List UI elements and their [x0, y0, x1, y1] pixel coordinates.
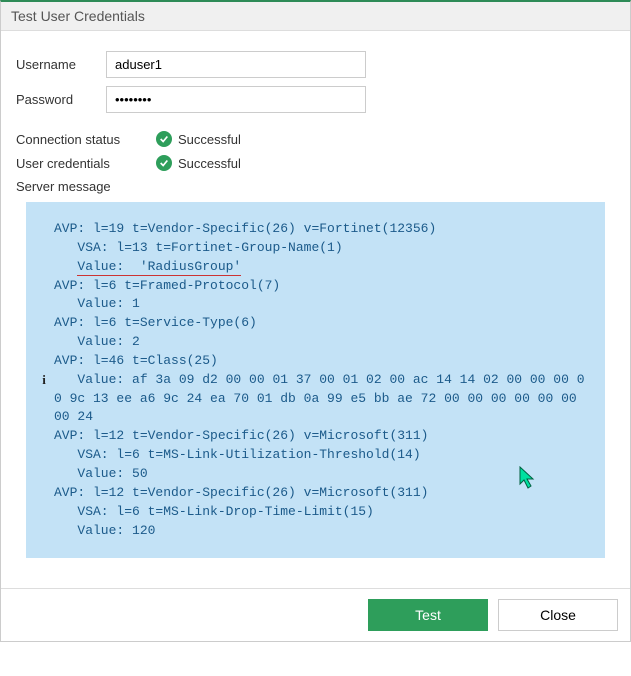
- password-row: Password: [16, 86, 615, 113]
- status-block: Connection status Successful User creden…: [16, 131, 615, 194]
- credentials-status-row: User credentials Successful: [16, 155, 615, 171]
- dialog-title: Test User Credentials: [1, 2, 630, 31]
- username-row: Username: [16, 51, 615, 78]
- server-message-box: i AVP: l=19 t=Vendor-Specific(26) v=Fort…: [26, 202, 605, 558]
- password-label: Password: [16, 92, 106, 107]
- connection-status-row: Connection status Successful: [16, 131, 615, 147]
- dialog-footer: Test Close: [1, 588, 630, 641]
- connection-status-label: Connection status: [16, 132, 156, 147]
- server-message-row: Server message: [16, 179, 615, 194]
- info-icon: i: [42, 372, 46, 388]
- test-button[interactable]: Test: [368, 599, 488, 631]
- credentials-status-label: User credentials: [16, 156, 156, 171]
- connection-status-value: Successful: [178, 132, 241, 147]
- credentials-status-value: Successful: [178, 156, 241, 171]
- server-message-label: Server message: [16, 179, 156, 194]
- username-label: Username: [16, 57, 106, 72]
- test-credentials-dialog: Test User Credentials Username Password …: [0, 0, 631, 642]
- check-icon: [156, 155, 172, 171]
- check-icon: [156, 131, 172, 147]
- info-column: i: [34, 220, 54, 540]
- highlighted-value: Value: 'RadiusGroup': [77, 259, 241, 276]
- close-button[interactable]: Close: [498, 599, 618, 631]
- username-input[interactable]: [106, 51, 366, 78]
- server-message-text: AVP: l=19 t=Vendor-Specific(26) v=Fortin…: [54, 220, 591, 540]
- dialog-content: Username Password Connection status Succ…: [1, 31, 630, 588]
- password-input[interactable]: [106, 86, 366, 113]
